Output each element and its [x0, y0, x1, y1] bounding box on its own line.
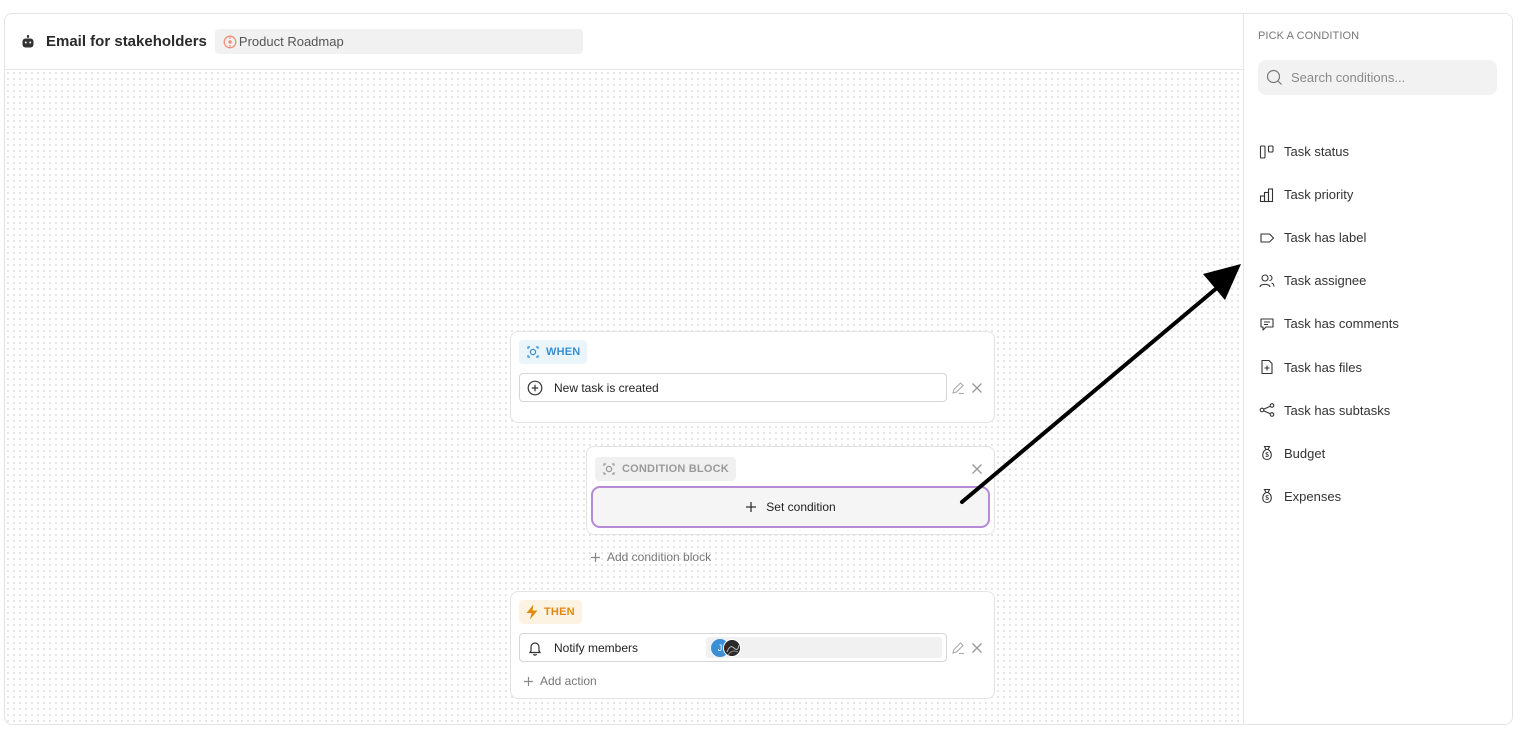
condition-item-label: Task status — [1284, 144, 1350, 160]
condition-item-label: Task priority — [1284, 187, 1354, 203]
condition-item-label: Expenses — [1284, 488, 1342, 504]
add-action-label: Add action — [540, 674, 597, 688]
condition-tag: CONDITION BLOCK — [595, 457, 736, 481]
search-icon — [1266, 69, 1282, 85]
main-area: Email for stakeholders Product Roadmap W… — [5, 14, 1243, 724]
condition-item-label: Task has label — [1284, 230, 1367, 246]
add-condition-block-label: Add condition block — [607, 550, 712, 564]
close-icon[interactable] — [969, 380, 985, 396]
then-label: THEN — [544, 606, 575, 618]
condition-card: CONDITION BLOCK Set condition — [586, 446, 995, 535]
condition-item-task-priority[interactable]: Task priority — [1258, 173, 1498, 216]
condition-icon — [603, 463, 615, 475]
add-action-button[interactable]: Add action — [523, 674, 597, 688]
trigger-label: New task is created — [554, 380, 659, 395]
condition-item-task-status[interactable]: Task status — [1258, 130, 1498, 173]
condition-item-task-assignee[interactable]: Task assignee — [1258, 259, 1498, 302]
edit-icon[interactable] — [950, 640, 966, 656]
set-condition-label: Set condition — [766, 500, 836, 514]
close-icon[interactable] — [969, 461, 985, 477]
when-label: WHEN — [546, 346, 581, 358]
condition-item-label: Task has files — [1284, 359, 1363, 375]
project-name: Product Roadmap — [238, 34, 344, 49]
lightning-icon — [526, 604, 538, 620]
condition-item-task-has-files[interactable]: Task has files — [1258, 345, 1498, 388]
condition-item-label: Budget — [1284, 445, 1326, 461]
add-condition-block-button[interactable]: Add condition block — [590, 550, 711, 564]
file-icon — [1258, 358, 1276, 376]
panel-title: PICK A CONDITION — [1258, 30, 1360, 42]
close-icon[interactable] — [969, 640, 985, 656]
condition-item-label: Task has subtasks — [1284, 402, 1391, 418]
search-input[interactable] — [1291, 70, 1491, 85]
search-box[interactable] — [1258, 60, 1497, 95]
comment-icon — [1258, 315, 1276, 333]
then-card: THEN Notify members J Add action — [510, 591, 995, 699]
trigger-row[interactable]: New task is created — [519, 373, 947, 402]
condition-item-budget[interactable]: Budget — [1258, 432, 1498, 475]
priority-bars-icon — [1258, 186, 1276, 204]
members-field[interactable]: J — [706, 637, 942, 658]
condition-item-task-has-comments[interactable]: Task has comments — [1258, 302, 1498, 345]
avatar — [723, 639, 741, 657]
project-icon — [223, 35, 237, 49]
condition-item-label: Task assignee — [1284, 273, 1367, 289]
when-card: WHEN New task is created — [510, 331, 995, 423]
set-condition-button[interactable]: Set condition — [591, 486, 990, 528]
edit-icon[interactable] — [950, 380, 966, 396]
label-tag-icon — [1258, 229, 1276, 247]
page-title: Email for stakeholders — [46, 33, 207, 50]
action-row[interactable]: Notify members J — [519, 633, 947, 662]
trigger-icon — [527, 346, 539, 358]
plus-icon — [591, 552, 600, 562]
action-label: Notify members — [554, 640, 639, 655]
plus-icon — [746, 502, 757, 512]
when-tag: WHEN — [519, 340, 588, 364]
workflow-canvas[interactable]: WHEN New task is created CONDITION BLOCK… — [5, 70, 1243, 724]
plus-circle-icon — [526, 379, 544, 397]
then-tag: THEN — [519, 600, 582, 624]
bell-icon — [526, 639, 544, 657]
subtasks-icon — [1258, 401, 1276, 419]
automation-editor: Email for stakeholders Product Roadmap W… — [4, 13, 1513, 725]
money-bag-icon — [1258, 487, 1276, 505]
condition-picker-panel: PICK A CONDITION Task status Task priori… — [1243, 14, 1512, 724]
users-icon — [1258, 272, 1276, 290]
robot-icon — [21, 34, 37, 50]
project-chip[interactable]: Product Roadmap — [214, 29, 583, 54]
condition-list: Task status Task priority Task has label… — [1258, 130, 1498, 518]
condition-item-expenses[interactable]: Expenses — [1258, 475, 1498, 518]
condition-item-task-has-subtasks[interactable]: Task has subtasks — [1258, 389, 1498, 432]
resize-handle-icon[interactable] — [1505, 715, 1511, 724]
kanban-icon — [1258, 143, 1276, 161]
money-bag-icon — [1258, 444, 1276, 462]
condition-item-task-has-label[interactable]: Task has label — [1258, 216, 1498, 259]
plus-icon — [524, 676, 533, 686]
condition-item-label: Task has comments — [1284, 316, 1399, 332]
header: Email for stakeholders Product Roadmap — [5, 14, 1243, 70]
condition-block-label: CONDITION BLOCK — [622, 463, 729, 475]
